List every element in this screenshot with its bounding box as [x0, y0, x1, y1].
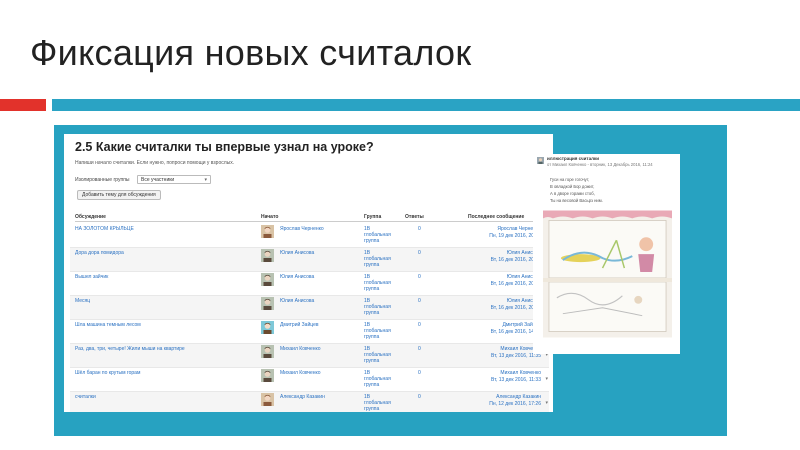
- table-row: Дора дора помидора Юлия Анисова 1В глобаль…: [70, 248, 549, 272]
- boy-avatar-icon: [261, 249, 274, 262]
- group-link[interactable]: 1В глобальная группа: [364, 322, 394, 340]
- topic-link[interactable]: Дора дора помидора: [75, 250, 124, 256]
- header-divider: [75, 221, 549, 222]
- group-link[interactable]: 1В глобальная группа: [364, 394, 394, 412]
- replies-count[interactable]: 0: [418, 394, 421, 400]
- header-topic[interactable]: Обсуждение: [75, 214, 106, 220]
- post-title: иллюстрация считалки: [547, 156, 599, 161]
- topic-link[interactable]: Вышел зайчик: [75, 274, 108, 280]
- replies-count[interactable]: 0: [418, 346, 421, 352]
- replies-count[interactable]: 0: [418, 250, 421, 256]
- group-link[interactable]: 1В глобальная группа: [364, 250, 394, 268]
- group-link[interactable]: 1В глобальная группа: [364, 226, 394, 244]
- header-replies[interactable]: Ответы: [405, 214, 424, 220]
- girl-avatar-icon: [261, 225, 274, 238]
- table-row: НА ЗОЛОТОМ КРЫЛЬЦЕ Ярослав Черненко 1В гло…: [70, 224, 549, 248]
- replies-count[interactable]: 0: [418, 226, 421, 232]
- author-link[interactable]: Михаил Ковченко: [280, 346, 321, 352]
- replies-count[interactable]: 0: [418, 274, 421, 280]
- header-last-post[interactable]: Последнее сообщение: [468, 214, 524, 220]
- header-started[interactable]: Начато: [261, 214, 278, 220]
- slide-title: Фиксация новых считалок: [30, 32, 472, 73]
- last-post[interactable]: Михаил Ковченко Вт, 13 дек 2016, 11:33: [491, 370, 541, 383]
- topic-link[interactable]: НА ЗОЛОТОМ КРЫЛЬЦЕ: [75, 226, 134, 232]
- topic-link[interactable]: Шла машина темным лесом: [75, 322, 141, 328]
- topic-link[interactable]: Раз, два, три, четыре! Жили мыши на квар…: [75, 346, 185, 352]
- row-menu-icon[interactable]: ▾: [545, 400, 548, 406]
- boy-avatar-icon: [261, 273, 274, 286]
- group-link[interactable]: 1В глобальная группа: [364, 346, 394, 364]
- last-post-date[interactable]: Вт, 13 дек 2016, 11:33: [491, 377, 541, 384]
- header-group[interactable]: Группа: [364, 214, 381, 220]
- avatar-icon: [537, 157, 544, 164]
- teal-accent-bar: [52, 99, 800, 111]
- post-meta: от Михаил Ковченко - вторник, 13 Декабрь…: [547, 162, 653, 167]
- author-link[interactable]: Юлия Анисова: [280, 274, 314, 280]
- chevron-down-icon: ▾: [204, 177, 207, 183]
- boy-avatar-icon: [261, 345, 274, 358]
- replies-count[interactable]: 0: [418, 298, 421, 304]
- group-link[interactable]: 1В глобальная группа: [364, 370, 394, 388]
- topic-link[interactable]: Шёл баран по крутым горам: [75, 370, 140, 376]
- boy-avatar-icon: [261, 297, 274, 310]
- post-line-2: В овладкой Бор дожит,: [550, 184, 595, 189]
- table-row: Раз, два, три, четыре! Жили мыши на квар…: [70, 344, 549, 368]
- post-line-4: Ты на весовой Васьрз ним.: [550, 198, 603, 203]
- author-link[interactable]: Ярослав Черненко: [280, 226, 324, 232]
- last-post-date[interactable]: Пн, 12 дек 2016, 17:26: [489, 401, 541, 408]
- topic-link[interactable]: считалки: [75, 394, 96, 400]
- group-select[interactable]: Все участники ▾: [137, 175, 211, 184]
- author-link[interactable]: Александр Казакин: [280, 394, 325, 400]
- table-row: считалки Александр Казакин 1В глобальная г…: [70, 392, 549, 412]
- girl-avatar-icon: [261, 393, 274, 406]
- add-discussion-button[interactable]: Добавить тему для обсуждения: [77, 190, 161, 200]
- table-row: Шёл баран по крутым горам Михаил Ковченко…: [70, 368, 549, 392]
- red-accent-bar: [0, 99, 46, 111]
- table-row: Шла машина темным лесом Дмитрий Зайцев 1В …: [70, 320, 549, 344]
- forum-screenshot: 2.5 Какие считалки ты впервые узнал на у…: [64, 134, 553, 412]
- group-link[interactable]: 1В глобальная группа: [364, 298, 394, 316]
- child-avatar-icon: [261, 321, 274, 334]
- group-label: Изолированные группы: [75, 177, 130, 183]
- forum-title: 2.5 Какие считалки ты впервые узнал на у…: [75, 140, 374, 154]
- replies-count[interactable]: 0: [418, 322, 421, 328]
- post-screenshot: иллюстрация считалки от Михаил Ковченко …: [533, 154, 680, 354]
- author-link[interactable]: Юлия Анисова: [280, 298, 314, 304]
- group-link[interactable]: 1В глобальная группа: [364, 274, 394, 292]
- post-line-3: А в дворе горами стоб,: [550, 191, 595, 196]
- post-line-1: Гуси на горе гогочут,: [550, 177, 590, 182]
- table-row: Месяц Юлия Анисова 1В глобальная группа 0 Юл…: [70, 296, 549, 320]
- last-post[interactable]: Александр Казакин Пн, 12 дек 2016, 17:26: [489, 394, 541, 407]
- author-link[interactable]: Дмитрий Зайцев: [280, 322, 319, 328]
- topic-link[interactable]: Месяц: [75, 298, 90, 304]
- author-link[interactable]: Юлия Анисова: [280, 250, 314, 256]
- forum-description: Напиши начало считалки. Если нужно, попр…: [75, 160, 235, 166]
- last-post-author[interactable]: Александр Казакин: [489, 394, 541, 401]
- author-link[interactable]: Михаил Ковченко: [280, 370, 321, 376]
- replies-count[interactable]: 0: [418, 370, 421, 376]
- boy-avatar-icon: [261, 369, 274, 382]
- drawing-photo: [543, 210, 672, 338]
- row-menu-icon[interactable]: ▾: [545, 376, 548, 382]
- group-select-value: Все участники: [141, 177, 175, 183]
- table-row: Вышел зайчик Юлия Анисова 1В глобальная гр…: [70, 272, 549, 296]
